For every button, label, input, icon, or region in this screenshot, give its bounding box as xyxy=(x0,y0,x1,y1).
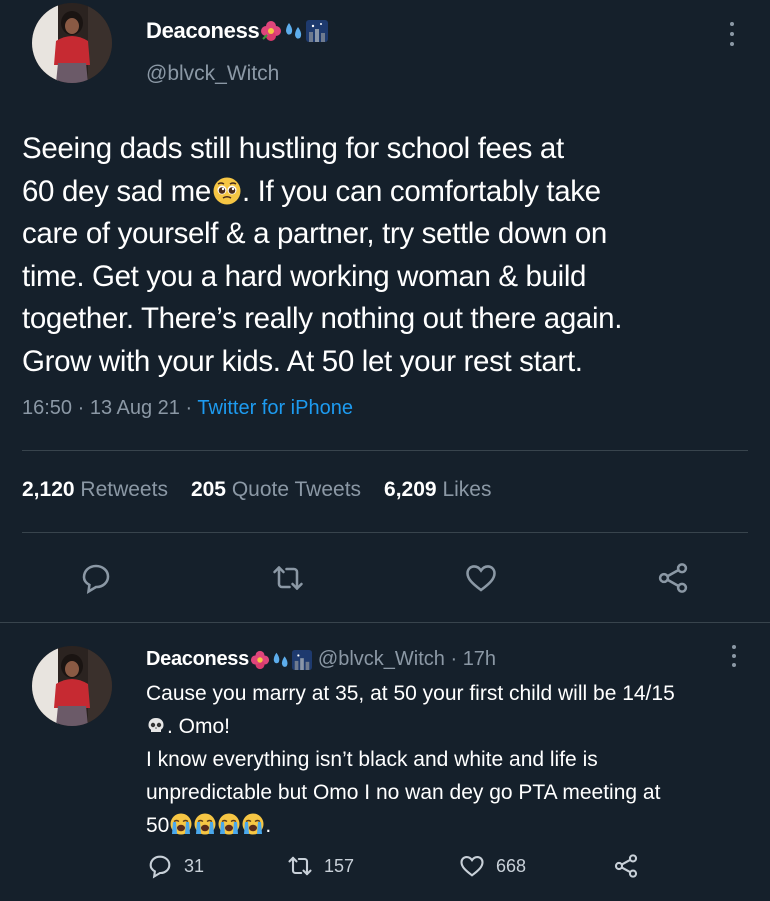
reply-line: I know everything isn’t black and white … xyxy=(146,748,598,771)
tweet-line: together. There’s really nothing out the… xyxy=(22,302,623,336)
avatar-image xyxy=(32,646,112,726)
reply-line: Cause you marry at 35, at 50 your first … xyxy=(146,682,675,705)
divider xyxy=(22,450,748,451)
reply-actions: 31 157 668 xyxy=(0,852,770,882)
tweet-source[interactable]: Twitter for iPhone xyxy=(197,397,353,419)
sweat-droplets-emoji-icon xyxy=(286,23,302,39)
reply-line-part: 50 xyxy=(146,814,170,837)
reply-header: Deaconess @blvck_Witch · 17h xyxy=(146,648,496,671)
likes-count: 6,209 xyxy=(384,478,437,501)
share-icon xyxy=(614,854,638,878)
retweet-icon[interactable] xyxy=(270,560,306,596)
share-icon[interactable] xyxy=(655,560,691,596)
quote-tweets-count: 205 xyxy=(190,478,226,501)
display-name[interactable]: Deaconess xyxy=(146,18,329,44)
handle[interactable]: @blvck_Witch xyxy=(146,62,279,86)
hibiscus-emoji-icon xyxy=(250,650,270,669)
like-count: 668 xyxy=(496,855,527,876)
loudly-crying-face-emoji-icon xyxy=(242,813,264,835)
loudly-crying-face-emoji-icon xyxy=(218,813,240,835)
avatar-image xyxy=(32,3,112,83)
engagement-stats: 2,120 Retweets 205 Quote Tweets 6,209 Li… xyxy=(22,478,514,502)
reply-more-options-icon[interactable] xyxy=(730,645,738,667)
reply-avatar[interactable] xyxy=(32,646,112,726)
loudly-crying-face-emoji-icon xyxy=(194,813,216,835)
tweet-actions xyxy=(0,560,770,596)
skull-emoji-icon xyxy=(148,717,164,732)
quote-tweets-label: Quote Tweets xyxy=(231,478,362,501)
retweets-count: 2,120 xyxy=(22,478,75,501)
reply-line: . Omo! xyxy=(146,710,756,743)
reply-display-name[interactable]: Deaconess xyxy=(146,648,249,671)
tweet-line: care of yourself & a partner, try settle… xyxy=(22,217,607,251)
pleading-face-emoji-icon xyxy=(213,177,241,205)
hibiscus-emoji-icon xyxy=(261,21,282,41)
reply-handle-time[interactable]: @blvck_Witch · 17h xyxy=(318,648,496,671)
reply-line: unpredictable but Omo I no wan dey go PT… xyxy=(146,781,661,804)
reply-retweet-action[interactable]: 157 xyxy=(286,852,354,880)
tweet-meta: 16:50 · 13 Aug 21 · Twitter for iPhone xyxy=(22,397,353,420)
display-name-text: Deaconess xyxy=(146,18,260,43)
sweat-droplets-emoji-icon xyxy=(273,652,288,667)
reply-line: 50. xyxy=(146,809,756,842)
tweet-line: Seeing dads still hustling for school fe… xyxy=(22,132,564,165)
reply-line-part: . xyxy=(265,814,272,837)
reply-icon[interactable] xyxy=(78,560,114,596)
tweet-text: Seeing dads still hustling for school fe… xyxy=(22,128,757,384)
tweet-line: time. Get you a hard working woman & bui… xyxy=(22,259,587,293)
night-city-emoji-icon xyxy=(306,20,329,42)
quote-tweets-stat[interactable]: 205 Quote Tweets xyxy=(191,478,361,502)
avatar[interactable] xyxy=(32,3,112,83)
retweet-icon xyxy=(288,856,312,876)
reply-count: 31 xyxy=(184,855,205,876)
section-divider xyxy=(0,622,770,623)
tweet-line-part: 60 dey sad me xyxy=(22,174,211,208)
likes-stat[interactable]: 6,209 Likes xyxy=(384,478,491,502)
night-city-emoji-icon xyxy=(291,649,312,670)
retweet-count: 157 xyxy=(324,855,355,876)
retweets-label: Retweets xyxy=(80,478,168,501)
divider xyxy=(22,532,748,533)
loudly-crying-emojis xyxy=(169,813,265,837)
tweet-line-part: . If you can comfortably take xyxy=(241,174,601,208)
likes-label: Likes xyxy=(442,478,492,501)
reply-icon xyxy=(149,855,171,879)
tweet-timestamp[interactable]: 16:50 · 13 Aug 21 · xyxy=(22,397,197,419)
reply-like-action[interactable]: 668 xyxy=(458,852,526,880)
like-icon[interactable] xyxy=(463,560,499,596)
tweet-line: 60 dey sad me . If you can comfortably t… xyxy=(22,171,757,214)
tweet-line: Grow with your kids. At 50 let your rest… xyxy=(22,344,583,378)
like-icon xyxy=(460,855,484,877)
loudly-crying-face-emoji-icon xyxy=(170,813,192,835)
retweets-stat[interactable]: 2,120 Retweets xyxy=(22,478,168,502)
more-options-icon[interactable] xyxy=(727,22,737,46)
reply-line-part: . Omo! xyxy=(167,715,231,738)
reply-reply-action[interactable]: 31 xyxy=(146,852,204,880)
reply-share-action[interactable] xyxy=(612,852,640,880)
reply-text: Cause you marry at 35, at 50 your first … xyxy=(146,677,756,842)
